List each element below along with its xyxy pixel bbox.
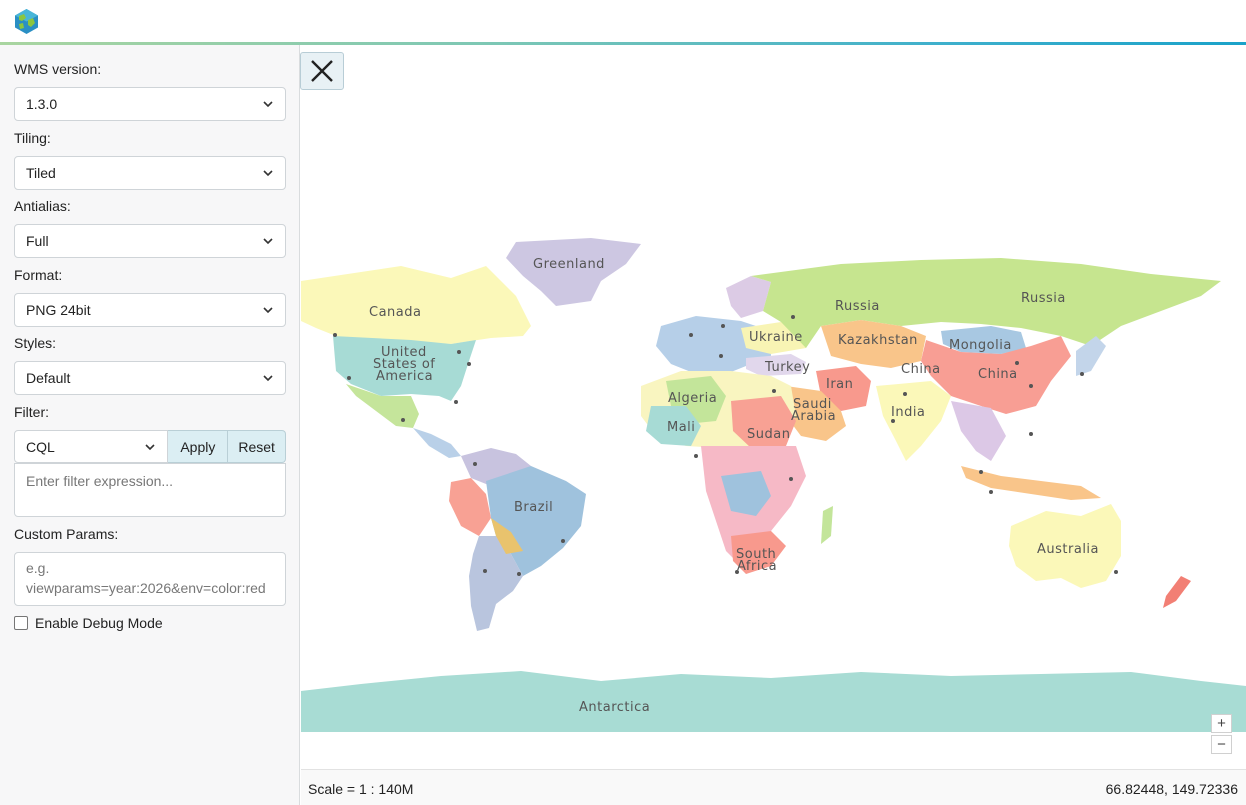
new-zealand-shape (1163, 576, 1191, 608)
antialias-label: Antialias: (14, 198, 71, 214)
debug-mode-checkbox[interactable] (14, 616, 28, 630)
tiling-value: Tiled (26, 165, 56, 181)
chevron-down-icon (263, 101, 273, 108)
styles-label: Styles: (14, 335, 57, 351)
central-america-shape (413, 428, 461, 458)
madagascar-shape (821, 506, 833, 544)
status-bar: Scale = 1 : 140M 66.82448, 149.72336 (301, 769, 1246, 805)
zoom-in-button[interactable]: + (1211, 714, 1232, 733)
styles-select[interactable]: Default (14, 361, 286, 395)
tiling-select[interactable]: Tiled (14, 156, 286, 190)
coordinate-readout: 66.82448, 149.72336 (1105, 781, 1238, 797)
map-label-iran: Iran (826, 377, 853, 392)
map-label-sudan: Sudan (747, 427, 790, 442)
map-label-algeria: Algeria (668, 391, 717, 406)
filter-expression-input[interactable]: Enter filter expression... (14, 463, 286, 517)
chevron-down-icon (263, 170, 273, 177)
globe-logo-icon (15, 9, 38, 34)
map-label-brazil: Brazil (514, 500, 553, 515)
reset-filter-button[interactable]: Reset (228, 430, 286, 463)
wms-version-select[interactable]: 1.3.0 (14, 87, 286, 121)
format-value: PNG 24bit (26, 302, 91, 318)
antarctica-shape (301, 671, 1246, 732)
apply-filter-button[interactable]: Apply (168, 430, 229, 463)
world-map-canvas[interactable]: Greenland Canada United States of Americ… (301, 236, 1246, 732)
debug-mode-label: Enable Debug Mode (35, 615, 163, 631)
map-label-india: India (891, 405, 925, 420)
filter-type-value: CQL (26, 438, 55, 455)
map-label-russia-east: Russia (1021, 291, 1066, 306)
world-map[interactable]: Greenland Canada United States of Americ… (301, 236, 1246, 732)
chevron-down-icon (263, 375, 273, 382)
greenland-shape (506, 238, 641, 306)
map-label-china-west: China (901, 362, 941, 377)
antialias-select[interactable]: Full (14, 224, 286, 258)
format-select[interactable]: PNG 24bit (14, 293, 286, 327)
settings-sidebar: WMS version: 1.3.0 Tiling: Tiled Antiali… (0, 45, 300, 805)
map-label-south-africa-2: Africa (737, 559, 777, 574)
styles-value: Default (26, 370, 71, 386)
map-label-mali: Mali (667, 420, 695, 435)
map-label-canada: Canada (369, 305, 421, 320)
wms-version-label: WMS version: (14, 61, 102, 77)
format-label: Format: (14, 267, 63, 283)
close-icon (311, 60, 333, 82)
map-label-saudi-2: Arabia (791, 409, 836, 424)
zoom-out-button[interactable]: − (1211, 735, 1232, 754)
map-label-greenland: Greenland (533, 257, 605, 272)
map-label-china-east: China (978, 367, 1018, 382)
filter-type-select[interactable]: CQL (14, 430, 169, 463)
map-label-australia: Australia (1037, 542, 1099, 557)
scale-readout: Scale = 1 : 140M (308, 781, 414, 797)
map-label-usa-3: America (376, 369, 433, 384)
tiling-label: Tiling: (14, 130, 51, 146)
chevron-down-icon (263, 238, 273, 245)
india-shape (876, 381, 951, 461)
peru-shape (449, 478, 491, 536)
filter-label: Filter: (14, 404, 49, 420)
map-label-turkey: Turkey (764, 360, 810, 375)
custom-params-input[interactable]: e.g. viewparams=year:2026&env=color:red (14, 552, 286, 606)
chevron-down-icon (263, 307, 273, 314)
close-panel-button[interactable] (300, 52, 344, 90)
map-label-russia-west: Russia (835, 299, 880, 314)
top-bar (0, 0, 1246, 42)
chevron-down-icon (145, 443, 156, 450)
map-label-ukraine: Ukraine (749, 330, 803, 345)
custom-params-label: Custom Params: (14, 526, 119, 542)
map-label-kazakhstan: Kazakhstan (838, 333, 918, 348)
wms-version-value: 1.3.0 (26, 96, 58, 112)
antialias-value: Full (26, 233, 49, 249)
map-label-antarctica: Antarctica (579, 700, 650, 715)
debug-mode-row[interactable]: Enable Debug Mode (14, 615, 163, 631)
filter-controls: CQL Apply Reset (14, 430, 286, 463)
map-label-mongolia: Mongolia (949, 338, 1012, 353)
